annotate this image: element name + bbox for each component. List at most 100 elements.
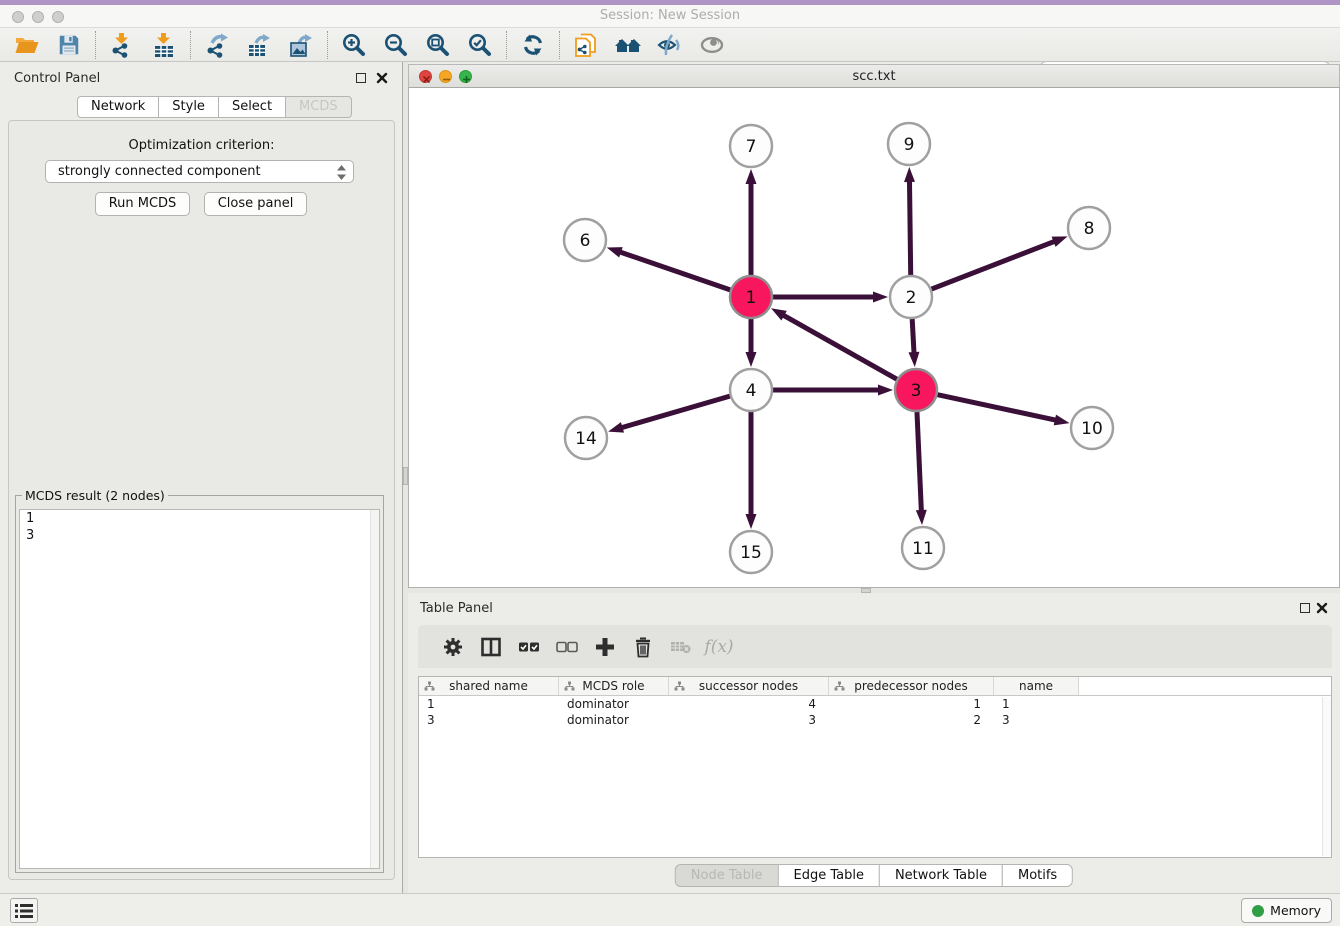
column-header-MCDS-role[interactable]: MCDS role bbox=[559, 677, 669, 695]
tab-network[interactable]: Network bbox=[77, 96, 159, 118]
select-all-button[interactable] bbox=[510, 630, 548, 664]
refresh-icon bbox=[520, 32, 546, 58]
cell-shared-name[interactable]: 1 bbox=[419, 696, 559, 712]
delete-table-icon bbox=[669, 636, 693, 658]
graph-edge-arrowhead bbox=[904, 167, 915, 182]
table-row[interactable]: 3dominator323 bbox=[419, 712, 1331, 728]
hide-selected-button[interactable] bbox=[649, 30, 691, 60]
deselect-all-button[interactable] bbox=[548, 630, 586, 664]
import-network-button[interactable] bbox=[101, 30, 143, 60]
cell-MCDS-role[interactable]: dominator bbox=[559, 712, 669, 728]
export-table-button[interactable] bbox=[238, 30, 280, 60]
result-scrollbar[interactable] bbox=[370, 510, 379, 868]
first-neighbors-button[interactable] bbox=[607, 30, 649, 60]
save-session-button[interactable] bbox=[48, 30, 90, 60]
column-header-shared-name[interactable]: shared name bbox=[419, 677, 559, 695]
close-panel-icon[interactable] bbox=[376, 72, 388, 84]
table-panel: Table Panel bbox=[408, 593, 1340, 893]
cell-name[interactable]: 1 bbox=[994, 696, 1079, 712]
fx-label: f(x) bbox=[704, 637, 733, 657]
session-title: Session: New Session bbox=[0, 5, 1340, 27]
cell-MCDS-role[interactable]: dominator bbox=[559, 696, 669, 712]
apply-layout-button[interactable] bbox=[512, 30, 554, 60]
graph-edge-2-3[interactable] bbox=[912, 319, 914, 355]
run-mcds-button[interactable]: Run MCDS bbox=[95, 192, 190, 216]
table-scrollbar[interactable] bbox=[1322, 697, 1331, 856]
cell-successor-nodes[interactable]: 4 bbox=[669, 696, 829, 712]
graph-node-label: 11 bbox=[912, 539, 934, 559]
network-canvas[interactable]: 7968124314101511 bbox=[408, 88, 1340, 588]
close-panel-icon[interactable] bbox=[1316, 602, 1328, 614]
graph-node-label: 8 bbox=[1084, 219, 1095, 239]
cell-name[interactable]: 3 bbox=[994, 712, 1079, 728]
cell-predecessor-nodes[interactable]: 1 bbox=[829, 696, 994, 712]
export-image-button[interactable] bbox=[280, 30, 322, 60]
delete-column-button[interactable] bbox=[624, 630, 662, 664]
new-network-from-selection-button[interactable] bbox=[565, 30, 607, 60]
show-column-button[interactable] bbox=[472, 630, 510, 664]
graph-edge-2-9[interactable] bbox=[909, 179, 910, 275]
export-network-button[interactable] bbox=[196, 30, 238, 60]
zoom-out-button[interactable] bbox=[375, 30, 417, 60]
zoom-selected-button[interactable] bbox=[459, 30, 501, 60]
control-panel-tabs: NetworkStyleSelectMCDS bbox=[77, 96, 352, 118]
tab-node-table[interactable]: Node Table bbox=[675, 864, 779, 887]
table-settings-button[interactable] bbox=[434, 630, 472, 664]
cell-predecessor-nodes[interactable]: 2 bbox=[829, 712, 994, 728]
function-builder-button[interactable]: f(x) bbox=[700, 630, 738, 664]
graph-edge-arrowhead bbox=[746, 352, 757, 367]
graph-edge-2-8[interactable] bbox=[932, 241, 1057, 289]
graph-edge-1-6[interactable] bbox=[618, 251, 730, 289]
cell-successor-nodes[interactable]: 3 bbox=[669, 712, 829, 728]
gear-icon bbox=[442, 636, 464, 658]
toolbar-separator bbox=[559, 31, 560, 59]
toolbar-separator bbox=[506, 31, 507, 59]
cell-shared-name[interactable]: 3 bbox=[419, 712, 559, 728]
column-header-successor-nodes[interactable]: successor nodes bbox=[669, 677, 829, 695]
zoom-in-button[interactable] bbox=[333, 30, 375, 60]
tab-select[interactable]: Select bbox=[218, 96, 286, 118]
graph-edge-arrowhead bbox=[746, 169, 757, 184]
delete-table-button[interactable] bbox=[662, 630, 700, 664]
column-header-predecessor-nodes[interactable]: predecessor nodes bbox=[829, 677, 994, 695]
network-view-window: scc.txt 7968124314101511 bbox=[408, 62, 1340, 588]
column-label: shared name bbox=[449, 679, 528, 693]
network-window-titlebar[interactable]: scc.txt bbox=[408, 64, 1340, 88]
task-history-button[interactable] bbox=[10, 898, 38, 923]
column-header-name[interactable]: name bbox=[994, 677, 1079, 695]
graph-edge-3-11[interactable] bbox=[917, 412, 921, 513]
node-table: shared name MCDS role successor nodes prede… bbox=[418, 676, 1332, 858]
unchecked-boxes-icon bbox=[555, 636, 579, 658]
memory-button[interactable]: Memory bbox=[1241, 898, 1332, 923]
os-titlebar: Session: New Session bbox=[0, 5, 1340, 28]
export-table-icon bbox=[246, 32, 272, 58]
graph-edge-4-14[interactable] bbox=[620, 396, 730, 428]
float-panel-icon[interactable] bbox=[356, 73, 366, 83]
graph-edge-3-1[interactable] bbox=[781, 314, 896, 379]
show-all-button[interactable] bbox=[691, 30, 733, 60]
tab-style[interactable]: Style bbox=[158, 96, 219, 118]
plus-icon bbox=[594, 636, 616, 658]
create-column-button[interactable] bbox=[586, 630, 624, 664]
mcds-result-textarea[interactable]: 13 bbox=[19, 509, 380, 869]
column-label: predecessor nodes bbox=[854, 679, 967, 693]
mcds-result-line: 1 bbox=[20, 510, 379, 527]
close-panel-button[interactable]: Close panel bbox=[204, 192, 307, 216]
tab-motifs[interactable]: Motifs bbox=[1002, 864, 1073, 887]
zoom-fit-button[interactable] bbox=[417, 30, 459, 60]
graph-edge-3-10[interactable] bbox=[938, 395, 1058, 421]
open-session-button[interactable] bbox=[6, 30, 48, 60]
graph-edge-arrowhead bbox=[607, 247, 623, 257]
export-image-icon bbox=[288, 32, 314, 58]
float-panel-icon[interactable] bbox=[1300, 603, 1310, 613]
mcds-result-groupbox: MCDS result (2 nodes) 13 bbox=[15, 495, 384, 873]
tab-mcds[interactable]: MCDS bbox=[285, 96, 352, 118]
zoom-selected-icon bbox=[467, 32, 493, 58]
tab-edge-table[interactable]: Edge Table bbox=[777, 864, 879, 887]
import-table-button[interactable] bbox=[143, 30, 185, 60]
column-label: successor nodes bbox=[699, 679, 798, 693]
tab-network-table[interactable]: Network Table bbox=[879, 864, 1003, 887]
column-type-icon bbox=[834, 681, 845, 692]
optimization-criterion-select[interactable]: strongly connected component bbox=[45, 160, 354, 183]
table-row[interactable]: 1dominator411 bbox=[419, 696, 1331, 712]
